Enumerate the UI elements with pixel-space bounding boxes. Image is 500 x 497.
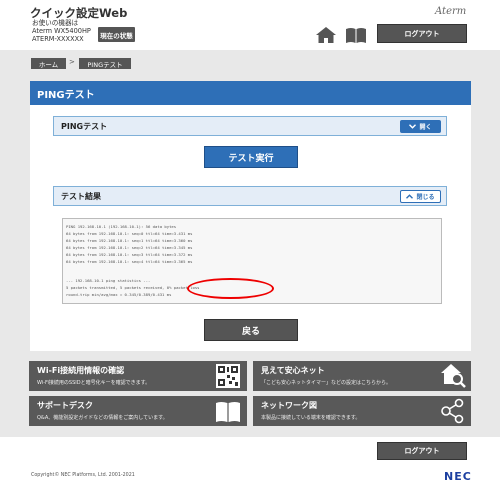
- breadcrumb-separator: >: [69, 58, 75, 66]
- tile-wifi-info-title: Wi-Fi接続用情報の確認: [37, 366, 125, 375]
- qr-code-icon: [216, 364, 240, 388]
- tile-mieru-anshin-desc: 「こども安心ネットタイマー」などの設定はこちらから。: [261, 380, 392, 386]
- brand-logo: Aterm: [435, 6, 467, 17]
- ping-panel-title: PINGテスト: [61, 122, 108, 131]
- result-panel-header[interactable]: [53, 186, 447, 206]
- copyright: Copyright© NEC Platforms, Ltd. 2001-2021: [31, 473, 135, 478]
- ping-panel-toggle[interactable]: 開く: [400, 120, 441, 133]
- chevron-up-icon: [406, 194, 414, 199]
- nec-logo: NEC: [444, 470, 472, 483]
- book-icon: [216, 402, 240, 422]
- back-button[interactable]: 戻る: [204, 319, 298, 341]
- breadcrumb-home[interactable]: ホーム: [31, 58, 66, 69]
- tile-network-map-title: ネットワーク図: [261, 401, 317, 410]
- tile-mieru-anshin-title: 見えて安心ネット: [261, 366, 325, 375]
- result-panel-toggle[interactable]: 閉じる: [400, 190, 441, 203]
- device-model: Aterm WX5400HP: [32, 27, 91, 35]
- result-line: 64 bytes from 192.168.10.1: seq=1 ttl=64…: [66, 238, 193, 243]
- page-title: PINGテスト: [37, 90, 95, 101]
- home-search-icon: [441, 364, 466, 388]
- ping-panel-toggle-label: 開く: [419, 124, 432, 131]
- device-caption: お使いの機器は: [32, 19, 79, 27]
- tile-support-desk-desc: Q&A、機能別設定ガイドなどの情報をご案内しています。: [37, 415, 168, 421]
- logout-button[interactable]: ログアウト: [377, 24, 467, 43]
- book-icon[interactable]: [345, 27, 367, 43]
- page-title-bar: [30, 81, 471, 105]
- result-line: PING 192.168.10.1 (192.168.10.1): 56 dat…: [66, 224, 177, 229]
- result-line: round-trip min/avg/max = 0.345/0.389/0.4…: [66, 292, 172, 297]
- network-icon: [441, 398, 464, 424]
- packet-loss-highlight: [187, 278, 274, 299]
- tile-network-map-desc: 本製品に接続している端末を確認できます。: [261, 415, 361, 421]
- chevron-down-icon: [409, 124, 417, 129]
- result-line: 64 bytes from 192.168.10.1: seq=3 ttl=64…: [66, 252, 193, 257]
- result-line: 64 bytes from 192.168.10.1: seq=2 ttl=64…: [66, 245, 193, 250]
- run-test-button[interactable]: テスト実行: [204, 146, 298, 168]
- breadcrumb-current: PINGテスト: [79, 58, 131, 69]
- result-panel-toggle-label: 閉じる: [416, 194, 435, 201]
- tile-support-desk-title: サポートデスク: [37, 401, 93, 410]
- result-line: --- 192.168.10.1 ping statistics ---: [66, 278, 151, 283]
- result-line: 64 bytes from 192.168.10.1: seq=4 ttl=64…: [66, 259, 193, 264]
- home-icon[interactable]: [316, 26, 336, 44]
- status-button[interactable]: 現在の状態: [98, 27, 135, 42]
- result-panel-title: テスト結果: [61, 192, 101, 201]
- tile-wifi-info-desc: Wi-Fi接続用のSSIDと暗号化キーを確認できます。: [37, 380, 151, 386]
- logout-button-bottom[interactable]: ログアウト: [377, 442, 467, 460]
- ping-panel-header[interactable]: [53, 116, 447, 136]
- result-line: 64 bytes from 192.168.10.1: seq=0 ttl=64…: [66, 231, 193, 236]
- device-id: ATERM-XXXXXX: [32, 35, 84, 43]
- result-line: 5 packets transmitted, 5 packets receive…: [66, 285, 200, 290]
